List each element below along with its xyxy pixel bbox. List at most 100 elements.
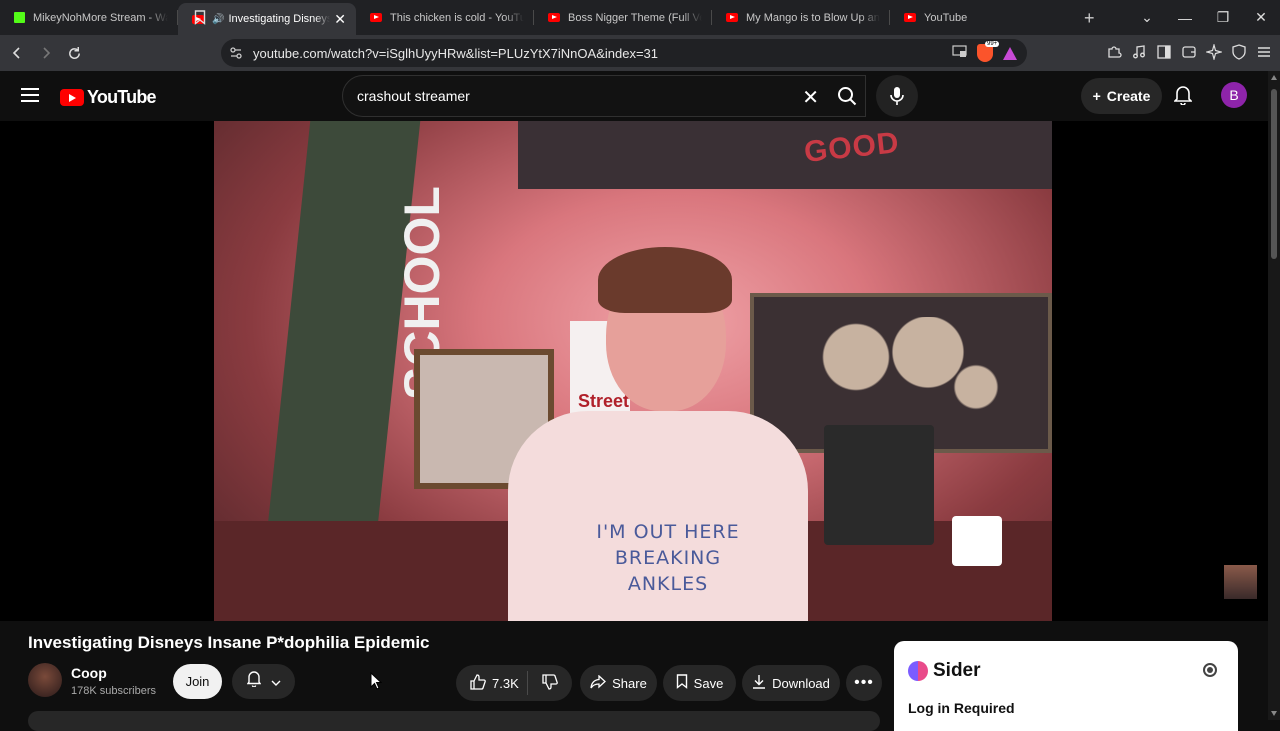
old-book	[824, 425, 934, 545]
sider-name: Sider	[933, 660, 981, 681]
download-label: Download	[772, 675, 830, 691]
media-music-icon[interactable]	[1131, 44, 1147, 65]
tab-title: This chicken is cold - YouTube	[390, 11, 524, 24]
join-button[interactable]: Join	[173, 664, 222, 699]
youtube-play-icon	[60, 89, 84, 106]
speaker-icon[interactable]: 🔊	[212, 14, 224, 25]
search-button[interactable]	[826, 75, 868, 117]
close-tab-icon[interactable]: ✕	[334, 11, 346, 28]
video-player[interactable]: GOOD SCHOOL Street I'M OUT HERE BREAKING…	[0, 121, 1268, 621]
site-info-icon[interactable]	[229, 46, 243, 63]
voice-search-button[interactable]	[876, 75, 918, 117]
thumbs-down-icon	[542, 673, 558, 693]
bookmark-icon[interactable]	[194, 10, 206, 30]
browser-tab-6[interactable]: YouTube	[890, 0, 1050, 35]
minimize-button[interactable]: —	[1166, 10, 1204, 26]
cast-icon[interactable]	[952, 45, 967, 61]
menu-icon[interactable]	[1256, 44, 1272, 65]
subscription-notifications-button[interactable]	[232, 664, 295, 699]
search-query-text: crashout streamer	[357, 88, 470, 104]
save-button[interactable]: Save	[663, 665, 736, 701]
shirt-text-line-2: BREAKING ANKLES	[614, 547, 722, 595]
more-horizontal-icon: •••	[854, 674, 874, 691]
subscriber-count: 178K subscribers	[71, 685, 156, 697]
download-button[interactable]: Download	[742, 665, 840, 701]
new-tab-button[interactable]: +	[1084, 8, 1095, 29]
channel-avatar[interactable]	[28, 663, 62, 697]
like-dislike-group: 7.3K	[456, 665, 572, 701]
extensions-puzzle-icon[interactable]	[1106, 44, 1122, 65]
tab-title: Boss Nigger Theme (Full Versio	[568, 11, 702, 24]
share-icon	[590, 674, 607, 692]
mug	[952, 516, 1002, 566]
tab-title: My Mango is to Blow Up and T	[746, 11, 880, 24]
dislike-button[interactable]	[528, 673, 572, 693]
reload-button[interactable]	[62, 41, 87, 66]
tab-title: MikeyNohMore Stream - Watch	[33, 11, 168, 24]
video-frame[interactable]: GOOD SCHOOL Street I'M OUT HERE BREAKING…	[214, 121, 1052, 621]
shirt-text-line-1: I'M OUT HERE	[596, 521, 740, 543]
youtube-icon	[726, 13, 738, 22]
browser-tab-5[interactable]: My Mango is to Blow Up and T	[712, 0, 890, 35]
browser-tab-1[interactable]: MikeyNohMore Stream - Watch	[0, 0, 178, 35]
sidebar-toggle-icon[interactable]	[1156, 44, 1172, 65]
chevron-down-icon	[271, 673, 281, 691]
brave-shields-icon[interactable]: 99+	[977, 41, 1000, 62]
brave-rewards-icon[interactable]	[1003, 46, 1017, 60]
window-controls: ⌄ — ❐ ✕	[1128, 0, 1280, 35]
search-input[interactable]: crashout streamer ✕	[342, 75, 866, 117]
create-button[interactable]: + Create	[1081, 78, 1162, 114]
browser-tab-3[interactable]: This chicken is cold - YouTube	[356, 0, 534, 35]
download-icon	[752, 674, 766, 692]
page-scrollbar[interactable]	[1268, 71, 1280, 720]
guide-menu-icon[interactable]	[21, 88, 39, 107]
browser-tab-4[interactable]: Boss Nigger Theme (Full Versio	[534, 0, 712, 35]
leo-ai-icon[interactable]	[1204, 42, 1224, 65]
channel-name[interactable]: Coop	[71, 665, 107, 681]
wallet-icon[interactable]	[1181, 44, 1197, 65]
vpn-shield-icon[interactable]	[1231, 44, 1247, 65]
like-button[interactable]: 7.3K	[456, 671, 528, 695]
brave-badge-count: 99+	[985, 41, 1000, 47]
youtube-logo[interactable]: YouTube	[60, 87, 157, 108]
video-title: Investigating Disneys Insane P*dophilia …	[28, 633, 430, 652]
bell-icon	[246, 671, 261, 692]
sider-login-text: Log in Required	[908, 700, 1015, 716]
tab-search-chevron-icon[interactable]: ⌄	[1128, 9, 1166, 26]
sider-logo-icon	[908, 661, 928, 681]
like-count: 7.3K	[492, 675, 519, 691]
clear-search-icon[interactable]: ✕	[802, 85, 819, 110]
thumbs-up-icon	[470, 673, 486, 693]
save-label: Save	[693, 675, 724, 691]
logo-wordmark: YouTube	[87, 87, 157, 107]
wall-banner	[518, 121, 1052, 189]
extensions-row	[1106, 42, 1272, 65]
person-hair	[598, 247, 732, 313]
share-label: Share	[612, 675, 647, 691]
scrollbar-thumb[interactable]	[1271, 89, 1277, 259]
more-actions-button[interactable]: •••	[846, 665, 882, 701]
share-button[interactable]: Share	[580, 665, 657, 701]
description-box[interactable]	[28, 711, 880, 731]
tab-title: Investigating Disneys In	[228, 13, 331, 25]
scroll-up-arrow-icon[interactable]	[1271, 75, 1277, 80]
url-text: youtube.com/watch?v=iSglhUyyHRw&list=PLU…	[253, 45, 658, 61]
back-button[interactable]	[4, 41, 29, 66]
mouse-cursor-icon	[370, 671, 383, 695]
address-bar[interactable]: youtube.com/watch?v=iSglhUyyHRw&list=PLU…	[221, 39, 1027, 67]
shirt-text: I'M OUT HERE BREAKING ANKLES	[588, 519, 748, 597]
youtube-icon	[548, 13, 560, 22]
forward-button[interactable]	[33, 41, 58, 66]
youtube-header: YouTube crashout streamer ✕ + Create B	[0, 71, 1280, 121]
end-screen-thumbnail[interactable]	[1224, 565, 1257, 599]
close-window-button[interactable]: ✕	[1242, 9, 1280, 26]
restore-button[interactable]: ❐	[1204, 9, 1242, 26]
notifications-bell-icon[interactable]	[1173, 85, 1193, 110]
create-label: Create	[1106, 88, 1151, 104]
kick-icon	[14, 12, 25, 23]
plus-icon: +	[1092, 88, 1101, 104]
scroll-down-arrow-icon[interactable]	[1271, 711, 1277, 716]
account-avatar[interactable]: B	[1221, 82, 1247, 108]
tab-title: YouTube	[924, 11, 968, 24]
sider-settings-icon[interactable]	[1203, 663, 1217, 677]
